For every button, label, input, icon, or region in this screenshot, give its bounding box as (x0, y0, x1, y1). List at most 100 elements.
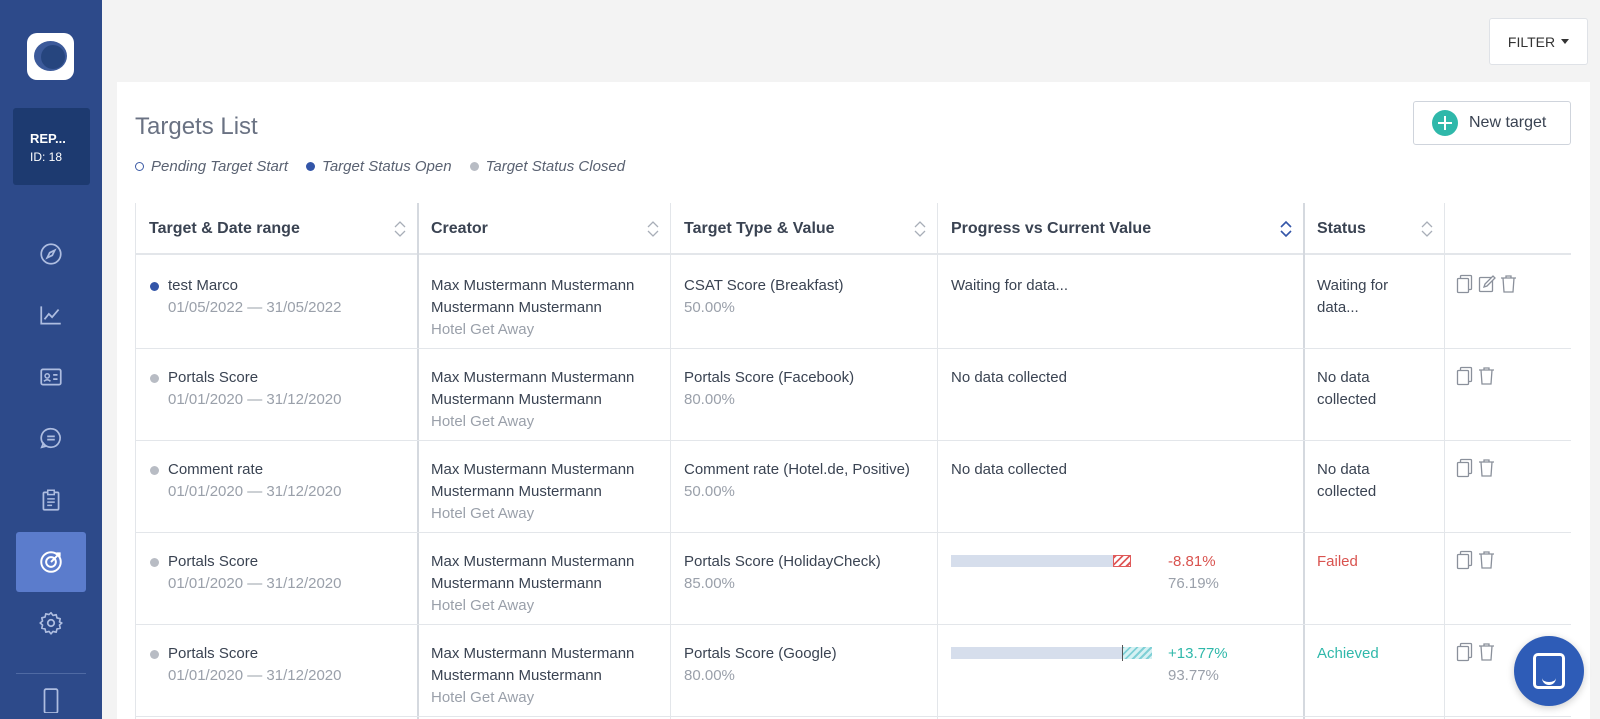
app-logo[interactable] (27, 33, 74, 80)
property-selector[interactable]: REP... ID: 18 (13, 108, 90, 185)
copy-icon[interactable] (1455, 365, 1474, 386)
chat-bubble-icon (40, 427, 61, 449)
target-dates: 01/01/2020 — 31/12/2020 (168, 667, 342, 684)
progress-diff: +13.77% (1168, 645, 1228, 662)
nav-messages[interactable] (16, 408, 86, 468)
creator-name: Max Mustermann Mustermann (431, 461, 635, 478)
nav-guests[interactable] (16, 347, 86, 407)
logo-disc-inner (41, 45, 65, 69)
target-type: Portals Score (Google) (684, 645, 837, 662)
nav-analytics[interactable] (16, 285, 86, 345)
nav-tasks[interactable] (16, 470, 86, 530)
column-header-progress[interactable]: Progress vs Current Value (937, 203, 1303, 255)
target-name: Portals Score (168, 645, 259, 662)
table-row[interactable]: Portals Score 01/01/2020 — 31/12/2020 Ma… (135, 623, 1571, 717)
column-progress-label: Progress vs Current Value (951, 220, 1152, 237)
trash-icon[interactable] (1477, 641, 1496, 662)
column-type-label: Target Type & Value (684, 220, 835, 237)
target-type: Portals Score (HolidayCheck) (684, 553, 881, 570)
sort-icon (914, 221, 926, 237)
copy-icon[interactable] (1455, 273, 1474, 294)
target-value: 80.00% (684, 667, 735, 684)
target-marker (1122, 645, 1123, 661)
table-row[interactable]: test Marco 01/05/2022 — 31/05/2022 Max M… (135, 255, 1571, 349)
page-title: Targets List (135, 113, 258, 140)
target-dates: 01/01/2020 — 31/12/2020 (168, 483, 342, 500)
trash-icon[interactable] (1499, 273, 1518, 294)
creator-name-cont: Mustermann Mustermann (431, 299, 602, 316)
progress-track (951, 555, 1113, 567)
row-actions (1455, 641, 1496, 662)
status-text: No data (1317, 461, 1370, 478)
column-header-status[interactable]: Status (1303, 203, 1444, 255)
legend-open-label: Target Status Open (322, 158, 452, 175)
trash-icon[interactable] (1477, 457, 1496, 478)
target-value: 50.00% (684, 299, 735, 316)
nav-mobile[interactable] (16, 683, 86, 719)
chart-line-icon (40, 306, 61, 325)
target-name: Portals Score (168, 553, 259, 570)
filter-button[interactable]: FILTER (1489, 18, 1588, 65)
target-type: Portals Score (Facebook) (684, 369, 855, 386)
creator-hotel: Hotel Get Away (431, 413, 535, 430)
status-badge: Failed (1317, 553, 1358, 570)
nav-targets[interactable] (16, 532, 86, 592)
creator-name-cont: Mustermann Mustermann (431, 667, 602, 684)
status-closed-dot-icon (150, 558, 159, 567)
row-actions (1455, 273, 1518, 294)
creator-hotel: Hotel Get Away (431, 505, 535, 522)
row-actions (1455, 549, 1496, 570)
status-text: No data (1317, 369, 1370, 386)
nav-settings[interactable] (16, 593, 86, 653)
status-legend: Pending Target Start Target Status Open … (135, 158, 625, 175)
creator-name: Max Mustermann Mustermann (431, 277, 635, 294)
trash-icon[interactable] (1477, 549, 1496, 570)
status-cell: Achieved (1317, 643, 1379, 665)
target-cell: Portals Score 01/01/2020 — 31/12/2020 (168, 551, 341, 595)
creator-hotel: Hotel Get Away (431, 597, 535, 614)
property-name: REP... (30, 131, 66, 146)
pending-dot-icon (135, 162, 144, 171)
target-dates: 01/01/2020 — 31/12/2020 (168, 391, 342, 408)
status-cell: Waiting for data... (1317, 275, 1388, 319)
targets-table: Target & Date range Creator Target Type … (135, 203, 1571, 719)
table-row[interactable]: Comment rate 01/01/2020 — 31/12/2020 Max… (135, 439, 1571, 533)
table-row[interactable]: Portals Score 01/01/2020 — 31/12/2020 Ma… (135, 347, 1571, 441)
open-dot-icon (306, 162, 316, 171)
sort-icon (1421, 221, 1433, 237)
column-header-target[interactable]: Target & Date range (135, 203, 417, 255)
type-cell: Comment rate (Hotel.de, Positive) 50.00% (684, 459, 910, 503)
edit-icon[interactable] (1477, 273, 1496, 294)
status-text-cont: collected (1317, 391, 1377, 408)
status-text: Waiting for (1317, 277, 1389, 294)
column-header-type[interactable]: Target Type & Value (670, 203, 937, 255)
status-cell: No data collected (1317, 459, 1376, 503)
creator-name: Max Mustermann Mustermann (431, 645, 635, 662)
column-creator-label: Creator (431, 220, 488, 237)
caret-down-icon (1561, 39, 1570, 44)
target-name: Comment rate (168, 461, 264, 478)
copy-icon[interactable] (1455, 549, 1474, 570)
type-cell: CSAT Score (Breakfast) 50.00% (684, 275, 844, 319)
sidebar: REP... ID: 18 (0, 0, 102, 719)
column-header-creator[interactable]: Creator (417, 203, 670, 255)
progress-values: +13.77% 93.77% (1168, 643, 1228, 687)
table-row[interactable]: Portals Score 01/01/2020 — 31/12/2020 Ma… (135, 531, 1571, 625)
progress-text: No data collected (951, 461, 1067, 478)
column-target-label: Target & Date range (149, 220, 300, 237)
type-cell: Portals Score (HolidayCheck) 85.00% (684, 551, 881, 595)
progress-cell: No data collected (951, 459, 1067, 481)
clipboard-icon (42, 489, 60, 511)
target-cell: Portals Score 01/01/2020 — 31/12/2020 (168, 643, 341, 687)
progress-cell: No data collected (951, 367, 1067, 389)
new-target-button[interactable]: New target (1413, 101, 1571, 145)
support-chat-button[interactable] (1514, 636, 1584, 706)
copy-icon[interactable] (1455, 457, 1474, 478)
creator-name-cont: Mustermann Mustermann (431, 483, 602, 500)
progress-cell: Waiting for data... (951, 275, 1068, 297)
sort-active-icon (1280, 220, 1292, 238)
target-value: 50.00% (684, 483, 735, 500)
trash-icon[interactable] (1477, 365, 1496, 386)
nav-dashboard[interactable] (16, 224, 86, 284)
copy-icon[interactable] (1455, 641, 1474, 662)
